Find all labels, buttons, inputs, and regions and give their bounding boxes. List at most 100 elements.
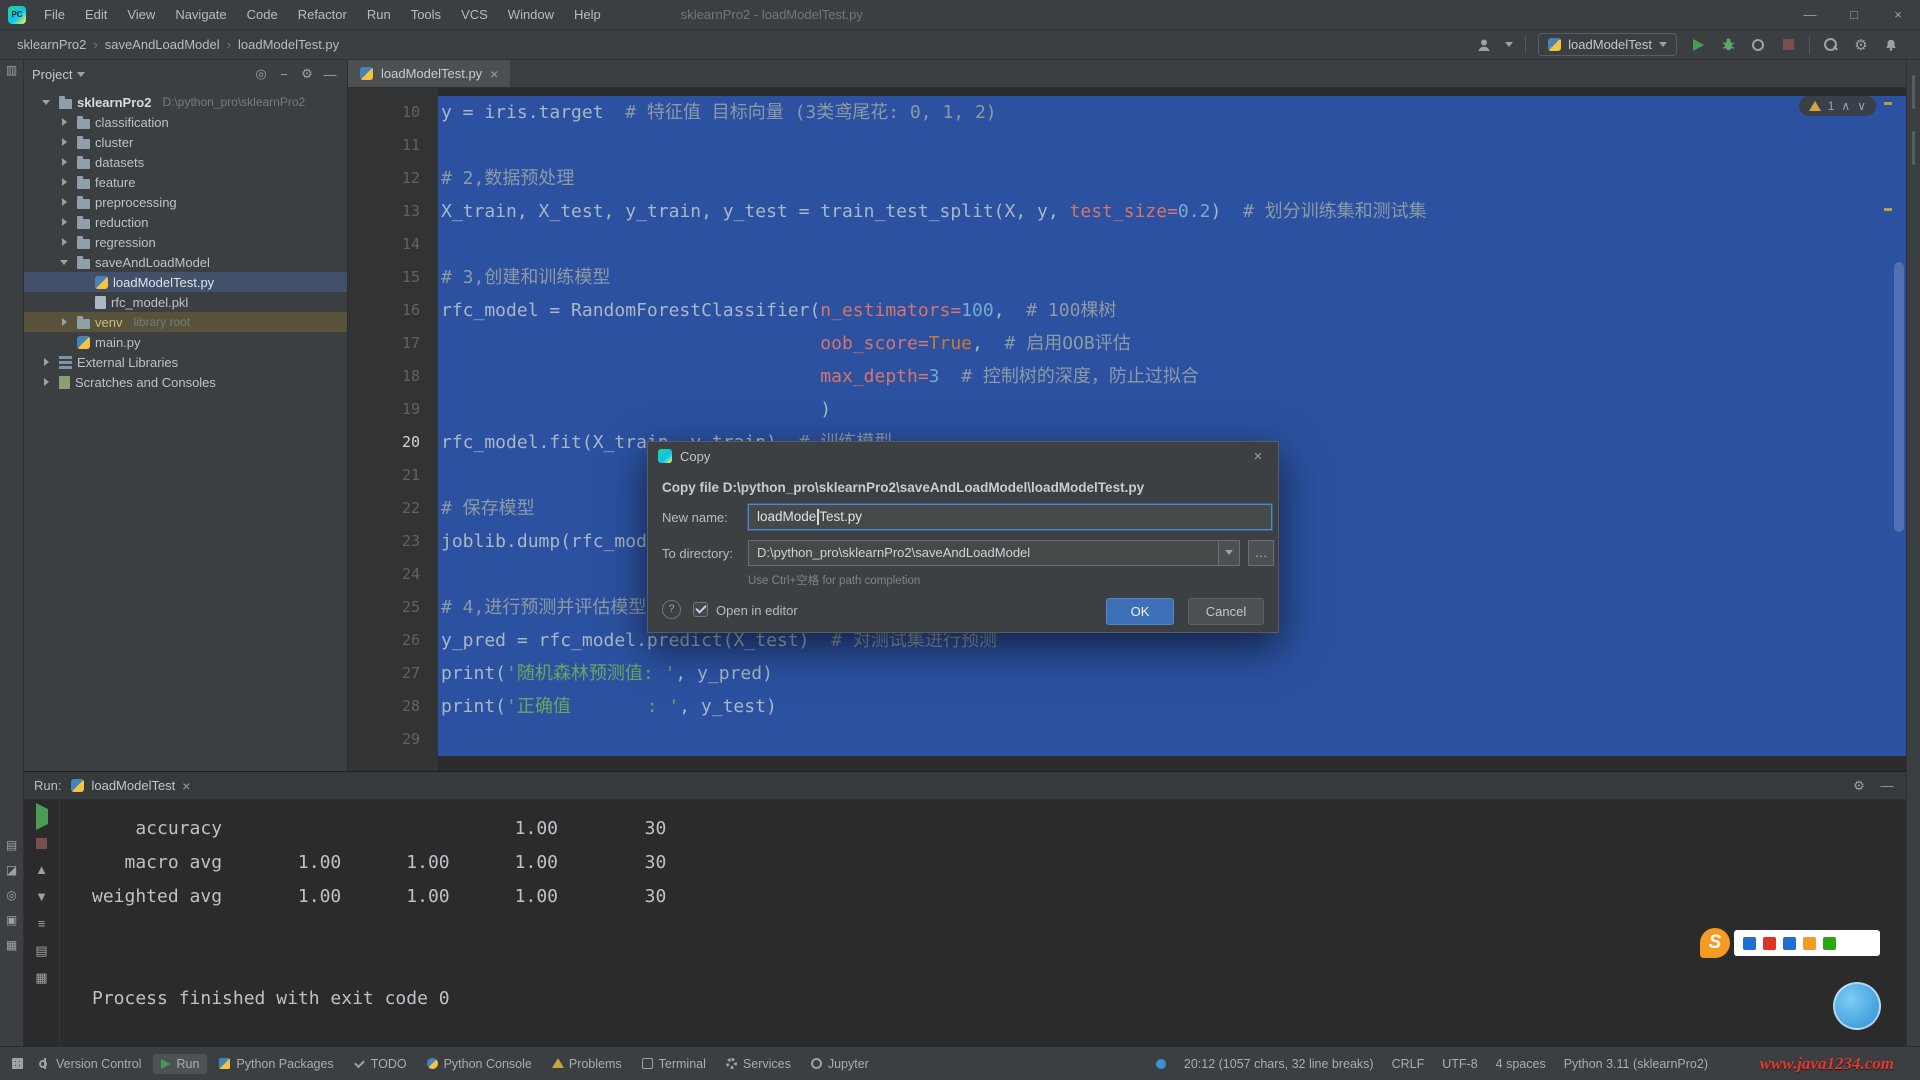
tree-item-scratches-and-consoles[interactable]: Scratches and Consoles — [24, 372, 347, 392]
tree-item-loadmodeltest-py[interactable]: loadModelTest.py — [24, 272, 347, 292]
line-number[interactable]: 16 — [348, 294, 438, 327]
cancel-button[interactable]: Cancel — [1188, 598, 1264, 625]
scroll-to-end-icon[interactable]: ▤ — [35, 944, 47, 957]
stop-button[interactable] — [1779, 36, 1797, 54]
notifications-bell-icon[interactable] — [1882, 36, 1900, 54]
menu-item-vcs[interactable]: VCS — [451, 0, 498, 29]
run-button[interactable] — [1689, 36, 1707, 54]
breadcrumb-item-sklearnpro2[interactable]: sklearnPro2 — [12, 37, 91, 52]
editor-tab-loadmodeltest[interactable]: loadModelTest.py × — [348, 60, 510, 87]
statusbar-info-20-12-1057-chars-32-[interactable]: 20:12 (1057 chars, 32 line breaks) — [1184, 1057, 1374, 1071]
menu-item-navigate[interactable]: Navigate — [165, 0, 236, 29]
commit-tool-icon[interactable]: ▥ — [2, 60, 22, 80]
user-chevron-down-icon[interactable] — [1505, 42, 1513, 51]
panel-settings-gear-icon[interactable]: ⚙ — [298, 66, 316, 82]
run-config-select[interactable]: loadModelTest — [1538, 33, 1677, 56]
statusbar-item-run[interactable]: Run — [153, 1054, 207, 1074]
chevron-right-icon[interactable] — [58, 155, 72, 169]
run-console[interactable]: accuracy 1.00 30 macro avg 1.00 1.00 1.0… — [60, 800, 1906, 1046]
statusbar-item-services[interactable]: Services — [718, 1054, 799, 1074]
line-number[interactable]: 14 — [348, 228, 438, 261]
to-directory-combobox[interactable]: D:\python_pro\sklearnPro2\saveAndLoadMod… — [748, 540, 1240, 566]
tree-item-saveandloadmodel[interactable]: saveAndLoadModel — [24, 252, 347, 272]
line-number[interactable]: 12 — [348, 162, 438, 195]
line-number[interactable]: 13 — [348, 195, 438, 228]
project-panel-title[interactable]: Project — [32, 67, 72, 82]
chevron-right-icon[interactable] — [40, 355, 54, 369]
prev-problem-icon[interactable]: ∧ — [1841, 99, 1850, 113]
soft-wrap-icon[interactable]: ≡ — [38, 917, 46, 930]
maximize-button[interactable]: □ — [1832, 0, 1876, 29]
code-line-27[interactable]: 27print('随机森林预测值: ', y_pred) — [348, 657, 1906, 690]
warning-stripe-mark[interactable] — [1884, 102, 1892, 105]
menu-item-edit[interactable]: Edit — [75, 0, 117, 29]
line-number[interactable]: 23 — [348, 525, 438, 558]
line-number[interactable]: 29 — [348, 723, 438, 756]
line-number[interactable]: 18 — [348, 360, 438, 393]
code-line-13[interactable]: 13X_train, X_test, y_train, y_test = tra… — [348, 195, 1906, 228]
line-number[interactable]: 10 — [348, 96, 438, 129]
menu-item-file[interactable]: File — [34, 0, 75, 29]
statusbar-item-python-packages[interactable]: Python Packages — [211, 1054, 341, 1074]
combobox-arrow-icon[interactable] — [1218, 541, 1239, 565]
ok-button[interactable]: OK — [1106, 598, 1174, 625]
minimize-button[interactable]: — — [1788, 0, 1832, 29]
menu-item-refactor[interactable]: Refactor — [288, 0, 357, 29]
profile-button[interactable] — [1749, 36, 1767, 54]
dialog-close-icon[interactable]: × — [1248, 448, 1268, 465]
chevron-down-icon[interactable] — [58, 255, 72, 269]
tree-item-regression[interactable]: regression — [24, 232, 347, 252]
editor-scrollbar[interactable] — [1894, 92, 1904, 767]
chevron-right-icon[interactable] — [58, 215, 72, 229]
event-indicator-icon[interactable] — [1156, 1059, 1166, 1069]
hide-panel-icon[interactable]: — — [321, 67, 339, 82]
chevron-right-icon[interactable] — [40, 375, 54, 389]
chevron-right-icon[interactable] — [58, 175, 72, 189]
code-line-29[interactable]: 29 — [348, 723, 1906, 756]
tool-window-stripe[interactable] — [1912, 131, 1915, 165]
code-line-11[interactable]: 11 — [348, 129, 1906, 162]
chevron-down-icon[interactable] — [40, 95, 54, 109]
chevron-right-icon[interactable] — [58, 235, 72, 249]
statusbar-item-python-console[interactable]: Python Console — [419, 1054, 540, 1074]
breadcrumb-item-saveandloadmodel[interactable]: saveAndLoadModel — [100, 37, 225, 52]
inspections-widget[interactable]: 1 ∧ ∨ — [1799, 96, 1876, 116]
line-number[interactable]: 25 — [348, 591, 438, 624]
statusbar-info-utf-8[interactable]: UTF-8 — [1442, 1057, 1477, 1071]
line-number[interactable]: 21 — [348, 459, 438, 492]
tree-item-main-py[interactable]: main.py — [24, 332, 347, 352]
chevron-right-icon[interactable] — [58, 195, 72, 209]
line-number[interactable]: 26 — [348, 624, 438, 657]
tree-item-datasets[interactable]: datasets — [24, 152, 347, 172]
run-tab[interactable]: loadModelTest × — [71, 778, 190, 794]
run-tab-close-icon[interactable]: × — [182, 778, 190, 794]
tree-item-feature[interactable]: feature — [24, 172, 347, 192]
structure-tool-icon[interactable]: ▤ — [2, 835, 22, 855]
code-line-14[interactable]: 14 — [348, 228, 1906, 261]
line-number[interactable]: 15 — [348, 261, 438, 294]
tool-windows-grid-icon[interactable] — [12, 1058, 23, 1069]
find-tool-icon[interactable]: ◎ — [2, 885, 22, 905]
code-line-10[interactable]: 10y = iris.target # 特征值 目标向量 (3类鸢尾花: 0, … — [348, 96, 1906, 129]
statusbar-item-terminal[interactable]: Terminal — [634, 1054, 714, 1074]
tree-item-classification[interactable]: classification — [24, 112, 347, 132]
statusbar-info-python-3-11-sklearnp[interactable]: Python 3.11 (sklearnPro2) — [1564, 1057, 1708, 1071]
code-line-19[interactable]: 19 ) — [348, 393, 1906, 426]
tree-item-preprocessing[interactable]: preprocessing — [24, 192, 347, 212]
line-number[interactable]: 24 — [348, 558, 438, 591]
chevron-right-icon[interactable] — [58, 115, 72, 129]
menu-item-tools[interactable]: Tools — [401, 0, 451, 29]
tree-item-reduction[interactable]: reduction — [24, 212, 347, 232]
menu-item-window[interactable]: Window — [498, 0, 564, 29]
tree-item-venv[interactable]: venvlibrary root — [24, 312, 347, 332]
code-line-12[interactable]: 12# 2,数据预处理 — [348, 162, 1906, 195]
rerun-button[interactable] — [36, 809, 48, 824]
line-number[interactable]: 11 — [348, 129, 438, 162]
run-settings-gear-icon[interactable]: ⚙ — [1850, 778, 1868, 794]
bookmarks-tool-icon[interactable]: ◪ — [2, 860, 22, 880]
clear-console-icon[interactable]: ▦ — [35, 971, 47, 984]
warning-stripe-mark[interactable] — [1884, 208, 1892, 211]
services-tool-icon[interactable]: ▣ — [2, 910, 22, 930]
up-stacktrace-icon[interactable]: ▲ — [35, 863, 48, 876]
browse-directory-button[interactable]: … — [1248, 540, 1274, 566]
